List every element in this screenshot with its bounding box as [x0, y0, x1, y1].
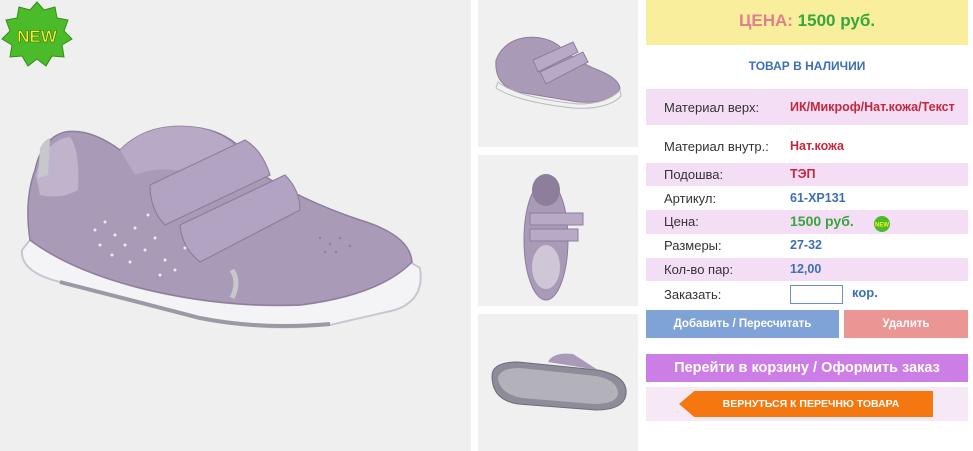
new-badge-icon: NEW [1, 1, 73, 67]
row-material-inner: Материал внутр.: Нат.кожа [646, 132, 968, 160]
go-to-cart-button[interactable]: Перейти в корзину / Оформить заказ [646, 354, 968, 382]
new-badge-text: NEW [17, 27, 58, 46]
back-to-list-button[interactable]: ВЕРНУТЬСЯ К ПЕРЕЧНЮ ТОВАРА [679, 391, 933, 417]
article-value: 61-ХР131 [790, 191, 846, 205]
new-mini-text: NEW [875, 223, 889, 229]
price-value: 1500 руб. [790, 213, 854, 229]
material-inner-value: Нат.кожа [790, 139, 845, 153]
product-page: NEW ЦЕНА: 1500 руб. ТОВАР В НАЛИЧИИ Мате… [0, 0, 973, 451]
row-price: Цена: 1500 руб. NEW [646, 210, 968, 234]
row-material-top: Материал верх: ИК/Микроф/Нат.кожа/Текст [646, 89, 968, 125]
row-sizes: Размеры: 27-32 [646, 234, 968, 258]
sizes-label: Размеры: [664, 238, 722, 253]
thumbnail-3[interactable] [478, 314, 638, 451]
main-product-photo[interactable]: NEW [0, 0, 471, 451]
row-pairs: Кол-во пар: 12,00 [646, 258, 968, 281]
thumbnail-2[interactable] [478, 155, 638, 306]
material-inner-label: Материал внутр.: [664, 139, 769, 154]
row-order: Заказать: кор. [646, 282, 968, 307]
article-label: Артикул: [664, 191, 717, 206]
order-unit: кор. [852, 285, 878, 300]
price-header: ЦЕНА: 1500 руб. [646, 0, 968, 45]
sole-value: ТЭП [790, 167, 816, 181]
order-label: Заказать: [664, 287, 722, 302]
price-header-label: ЦЕНА: [738, 11, 793, 30]
add-recalculate-button[interactable]: Добавить / Пересчитать [646, 310, 839, 338]
row-sole: Подошва: ТЭП [646, 163, 968, 186]
shoe-sole-thumbnail [491, 353, 627, 411]
sole-label: Подошва: [664, 167, 724, 182]
new-mini-icon: NEW [874, 216, 890, 232]
pairs-label: Кол-во пар: [664, 262, 734, 277]
thumbnail-1[interactable] [478, 0, 638, 147]
material-top-value: ИК/Микроф/Нат.кожа/Текст [790, 100, 955, 114]
price-label: Цена: [664, 214, 699, 229]
price-header-value: 1500 руб. [797, 11, 876, 30]
sizes-value: 27-32 [790, 238, 822, 252]
product-info-panel: ЦЕНА: 1500 руб. ТОВАР В НАЛИЧИИ Материал… [646, 0, 968, 451]
order-quantity-input[interactable] [790, 285, 843, 304]
back-button-container: ВЕРНУТЬСЯ К ПЕРЕЧНЮ ТОВАРА [646, 387, 968, 421]
shoe-top-thumbnail [523, 174, 584, 301]
delete-button[interactable]: Удалить [844, 310, 968, 338]
shoe-angle-thumbnail [495, 36, 622, 109]
material-top-label: Материал верх: [664, 100, 760, 115]
row-article: Артикул: 61-ХР131 [646, 187, 968, 210]
pairs-value: 12,00 [790, 262, 822, 276]
availability-status: ТОВАР В НАЛИЧИИ [748, 59, 866, 73]
